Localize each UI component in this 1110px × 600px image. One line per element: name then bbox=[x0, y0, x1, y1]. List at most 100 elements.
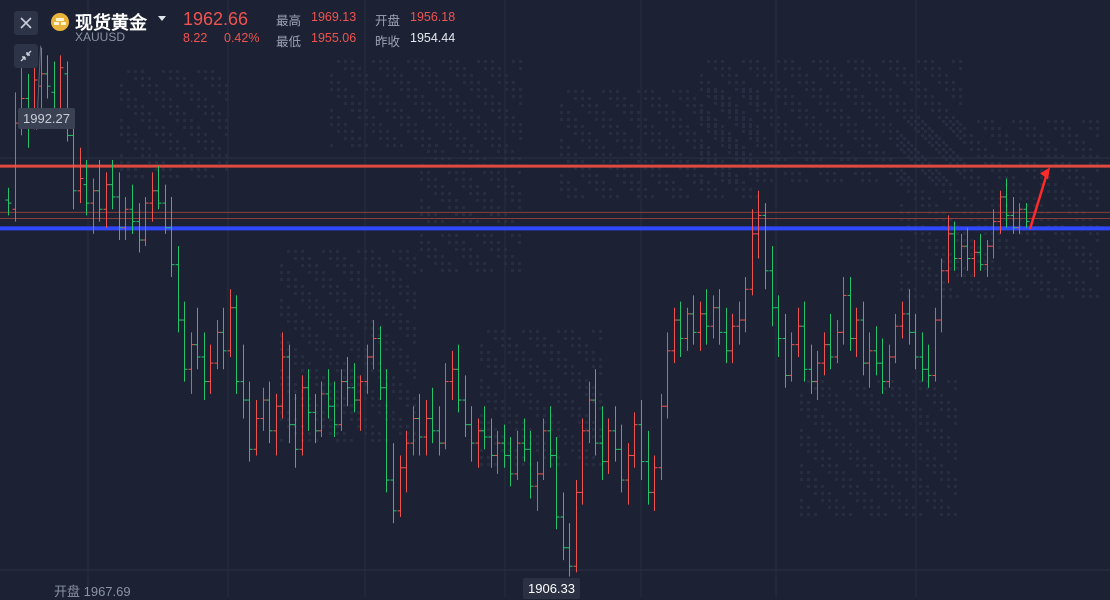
map-dot bbox=[898, 464, 901, 467]
map-dot bbox=[984, 295, 987, 298]
map-dot bbox=[770, 81, 773, 84]
map-dot bbox=[585, 449, 588, 452]
map-dot bbox=[1061, 295, 1064, 298]
map-dot bbox=[301, 285, 304, 288]
map-dot bbox=[515, 386, 518, 389]
map-dot bbox=[728, 97, 731, 100]
map-dot bbox=[1082, 260, 1085, 263]
map-dot bbox=[956, 190, 959, 193]
map-dot bbox=[905, 499, 908, 502]
map-dot bbox=[877, 408, 880, 411]
map-dot bbox=[564, 330, 567, 333]
ohlc-bar bbox=[475, 418, 482, 468]
map-dot bbox=[721, 95, 724, 98]
map-dot bbox=[672, 146, 675, 149]
map-dot bbox=[875, 116, 878, 119]
ohlc-bar bbox=[971, 240, 978, 277]
map-dot bbox=[522, 463, 525, 466]
map-dot bbox=[798, 109, 801, 112]
map-dot bbox=[378, 257, 381, 260]
map-dot bbox=[942, 281, 945, 284]
map-dot bbox=[954, 408, 957, 411]
map-dot bbox=[463, 144, 466, 147]
map-dot bbox=[155, 133, 158, 136]
map-dot bbox=[956, 197, 959, 200]
map-dot bbox=[935, 169, 938, 172]
map-dot bbox=[749, 102, 752, 105]
map-dot bbox=[686, 132, 689, 135]
gold-coin-icon bbox=[51, 13, 69, 31]
map-dot bbox=[928, 232, 931, 235]
close-button[interactable] bbox=[14, 11, 38, 35]
map-dot bbox=[763, 144, 766, 147]
map-dot bbox=[868, 109, 871, 112]
map-dot bbox=[1026, 260, 1029, 263]
map-dot bbox=[1089, 162, 1092, 165]
collapse-button[interactable] bbox=[14, 44, 38, 68]
map-dot bbox=[455, 248, 458, 251]
map-dot bbox=[984, 148, 987, 151]
high-value: 1969.13 bbox=[311, 10, 357, 24]
map-dot bbox=[924, 137, 927, 140]
map-dot bbox=[414, 130, 417, 133]
map-dot bbox=[393, 137, 396, 140]
map-dot bbox=[821, 380, 824, 383]
map-dot bbox=[400, 88, 403, 91]
map-dot bbox=[399, 418, 402, 421]
map-dot bbox=[903, 67, 906, 70]
map-dot bbox=[819, 130, 822, 133]
map-dot bbox=[400, 74, 403, 77]
map-dot bbox=[847, 60, 850, 63]
map-dot bbox=[919, 408, 922, 411]
map-dot bbox=[483, 262, 486, 265]
chevron-down-icon[interactable] bbox=[158, 16, 166, 21]
map-dot bbox=[940, 464, 943, 467]
map-dot bbox=[588, 174, 591, 177]
map-dot bbox=[630, 111, 633, 114]
map-dot bbox=[924, 123, 927, 126]
map-dot bbox=[399, 348, 402, 351]
map-dot bbox=[1026, 239, 1029, 242]
map-dot bbox=[800, 464, 803, 467]
map-dot bbox=[1019, 120, 1022, 123]
map-dot bbox=[1096, 197, 1099, 200]
map-dot bbox=[849, 513, 852, 516]
map-dot bbox=[413, 341, 416, 344]
ohlc-bar bbox=[684, 307, 691, 351]
chart-area[interactable] bbox=[0, 0, 1110, 597]
map-dot bbox=[998, 239, 1001, 242]
map-dot bbox=[854, 95, 857, 98]
map-dot bbox=[938, 109, 941, 112]
map-dot bbox=[435, 81, 438, 84]
map-dot bbox=[581, 139, 584, 142]
ohlc-bar bbox=[64, 61, 71, 142]
map-dot bbox=[928, 134, 931, 137]
ohlc-bar bbox=[553, 436, 560, 530]
map-dot bbox=[728, 172, 731, 175]
map-dot bbox=[912, 380, 915, 383]
map-dot bbox=[536, 400, 539, 403]
map-dot bbox=[896, 102, 899, 105]
map-dot bbox=[357, 355, 360, 358]
map-dot bbox=[1047, 141, 1050, 144]
map-dot bbox=[463, 102, 466, 105]
map-dot bbox=[578, 351, 581, 354]
map-dot bbox=[498, 109, 501, 112]
map-dot bbox=[791, 74, 794, 77]
map-dot bbox=[770, 123, 773, 126]
map-dot bbox=[835, 506, 838, 509]
map-dot bbox=[835, 436, 838, 439]
map-dot bbox=[400, 144, 403, 147]
map-dot bbox=[183, 126, 186, 129]
map-dot bbox=[469, 220, 472, 223]
map-dot bbox=[912, 450, 915, 453]
map-dot bbox=[183, 119, 186, 122]
map-dot bbox=[1054, 120, 1057, 123]
map-dot bbox=[947, 506, 950, 509]
map-dot bbox=[1089, 260, 1092, 263]
map-dot bbox=[749, 137, 752, 140]
map-dot bbox=[900, 169, 903, 172]
map-dot bbox=[998, 274, 1001, 277]
map-dot bbox=[357, 425, 360, 428]
map-dot bbox=[1019, 295, 1022, 298]
